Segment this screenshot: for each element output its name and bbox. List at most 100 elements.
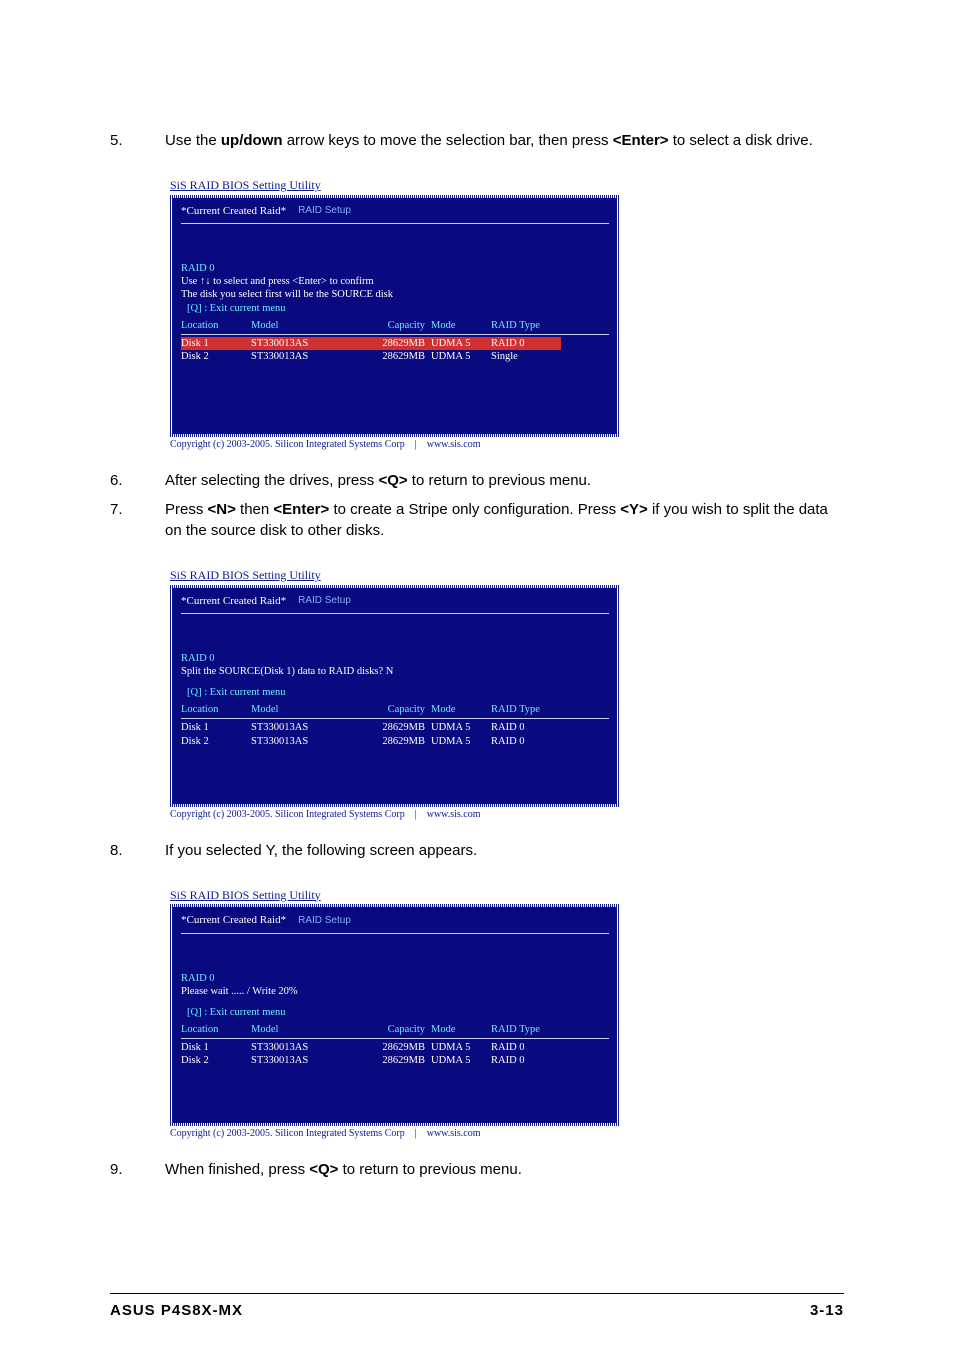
cell: RAID 0 <box>491 735 561 748</box>
exit-hint: [Q] : Exit current menu <box>187 1006 609 1019</box>
page: 5. Use the up/down arrow keys to move th… <box>0 0 954 1351</box>
cell: ST330013AS <box>251 1054 351 1067</box>
step-text: Use the up/down arrow keys to move the s… <box>165 130 844 151</box>
step-7: 7. Press <N> then <Enter> to create a St… <box>110 499 844 541</box>
bios-title: SiS RAID BIOS Setting Utility <box>170 567 620 584</box>
text: After selecting the drives, press <box>165 472 378 489</box>
bios-frame: *Current Created Raid* RAID Setup RAID 0… <box>170 195 620 437</box>
progress-line: Please wait ..... / Write 20% <box>181 985 609 998</box>
key: <N> <box>208 501 236 518</box>
cell: RAID 0 <box>491 721 561 734</box>
bios-footer: Copyright (c) 2003-2005. Silicon Integra… <box>170 1127 620 1141</box>
instruction-line: The disk you select first will be the SO… <box>181 288 609 301</box>
table-row: Disk 2 ST330013AS 28629MB UDMA 5 RAID 0 <box>181 1054 609 1067</box>
bios-panel: *Current Created Raid* RAID Setup RAID 0… <box>173 198 617 434</box>
footer-left: ASUS P4S8X-MX <box>110 1300 243 1321</box>
disk-table-header: Location Model Capacity Mode RAID Type <box>181 703 609 716</box>
bios-screenshot-1: SiS RAID BIOS Setting Utility *Current C… <box>170 177 620 452</box>
copyright: Copyright (c) 2003-2005. Silicon Integra… <box>170 438 405 452</box>
exit-hint: [Q] : Exit current menu <box>187 686 609 699</box>
cell: Disk 2 <box>181 1054 251 1067</box>
step-list: 8. If you selected Y, the following scre… <box>110 840 844 869</box>
step-number: 5. <box>110 130 165 151</box>
step-text: When finished, press <Q> to return to pr… <box>165 1159 844 1180</box>
step-6: 6. After selecting the drives, press <Q>… <box>110 470 844 491</box>
col-raid-type: RAID Type <box>491 319 561 332</box>
separator: | <box>415 1127 417 1141</box>
col-location: Location <box>181 319 251 332</box>
table-row: Disk 2 ST330013AS 28629MB UDMA 5 RAID 0 <box>181 735 609 748</box>
url: www.sis.com <box>427 1127 481 1141</box>
current-created-raid: *Current Created Raid* <box>181 204 286 219</box>
bios-screenshot-2: SiS RAID BIOS Setting Utility *Current C… <box>170 567 620 822</box>
current-created-raid: *Current Created Raid* <box>181 594 286 609</box>
step-number: 7. <box>110 499 165 541</box>
cell: Disk 1 <box>181 337 251 350</box>
cell: UDMA 5 <box>431 1041 491 1054</box>
key: <Enter> <box>613 132 669 149</box>
cell: ST330013AS <box>251 735 351 748</box>
raid-setup-label: RAID Setup <box>298 204 351 218</box>
text: to create a Stripe only configuration. P… <box>329 501 620 518</box>
step-text: Press <N> then <Enter> to create a Strip… <box>165 499 844 541</box>
col-model: Model <box>251 703 351 716</box>
cell: 28629MB <box>351 1041 431 1054</box>
col-capacity: Capacity <box>351 1023 431 1036</box>
bios-panel: *Current Created Raid* RAID Setup RAID 0… <box>173 588 617 804</box>
col-mode: Mode <box>431 703 491 716</box>
raid-type: RAID 0 <box>181 972 609 985</box>
url: www.sis.com <box>427 808 481 822</box>
cell: 28629MB <box>351 337 431 350</box>
cell: UDMA 5 <box>431 1054 491 1067</box>
cell: Disk 1 <box>181 721 251 734</box>
step-text: If you selected Y, the following screen … <box>165 840 844 861</box>
prompt-line: Split the SOURCE(Disk 1) data to RAID di… <box>181 665 609 678</box>
col-raid-type: RAID Type <box>491 1023 561 1036</box>
raid-setup-label: RAID Setup <box>298 594 351 608</box>
disk-table-header: Location Model Capacity Mode RAID Type <box>181 1023 609 1036</box>
cell: ST330013AS <box>251 1041 351 1054</box>
page-footer: ASUS P4S8X-MX 3-13 <box>110 1293 844 1321</box>
cell: UDMA 5 <box>431 735 491 748</box>
step-number: 8. <box>110 840 165 861</box>
separator: | <box>415 808 417 822</box>
copyright: Copyright (c) 2003-2005. Silicon Integra… <box>170 808 405 822</box>
col-model: Model <box>251 1023 351 1036</box>
raid-type: RAID 0 <box>181 262 609 275</box>
bios-panel: *Current Created Raid* RAID Setup RAID 0… <box>173 907 617 1123</box>
step-list: 5. Use the up/down arrow keys to move th… <box>110 130 844 159</box>
text: Use the <box>165 132 221 149</box>
raid-type: RAID 0 <box>181 652 609 665</box>
table-row: Disk 2 ST330013AS 28629MB UDMA 5 Single <box>181 350 609 363</box>
footer-right: 3-13 <box>810 1300 844 1321</box>
key: <Enter> <box>273 501 329 518</box>
raid-setup-label: RAID Setup <box>298 914 351 928</box>
cell: ST330013AS <box>251 337 351 350</box>
col-model: Model <box>251 319 351 332</box>
cell: RAID 0 <box>491 1054 561 1067</box>
separator: | <box>415 438 417 452</box>
bios-frame: *Current Created Raid* RAID Setup RAID 0… <box>170 585 620 807</box>
text: to return to previous menu. <box>408 472 591 489</box>
key: <Q> <box>309 1161 338 1178</box>
col-mode: Mode <box>431 319 491 332</box>
text: Press <box>165 501 208 518</box>
cell: ST330013AS <box>251 350 351 363</box>
cell: ST330013AS <box>251 721 351 734</box>
cell: Disk 1 <box>181 1041 251 1054</box>
text: arrow keys to move the selection bar, th… <box>283 132 613 149</box>
step-list: 6. After selecting the drives, press <Q>… <box>110 470 844 549</box>
current-created-raid: *Current Created Raid* <box>181 913 286 928</box>
col-capacity: Capacity <box>351 319 431 332</box>
col-capacity: Capacity <box>351 703 431 716</box>
bios-footer: Copyright (c) 2003-2005. Silicon Integra… <box>170 808 620 822</box>
cell: 28629MB <box>351 721 431 734</box>
step-5: 5. Use the up/down arrow keys to move th… <box>110 130 844 151</box>
bios-title: SiS RAID BIOS Setting Utility <box>170 887 620 904</box>
disk-table-header: Location Model Capacity Mode RAID Type <box>181 319 609 332</box>
cell: 28629MB <box>351 1054 431 1067</box>
table-row: Disk 1 ST330013AS 28629MB UDMA 5 RAID 0 <box>181 721 609 734</box>
step-number: 6. <box>110 470 165 491</box>
bios-title: SiS RAID BIOS Setting Utility <box>170 177 620 194</box>
cell: 28629MB <box>351 735 431 748</box>
